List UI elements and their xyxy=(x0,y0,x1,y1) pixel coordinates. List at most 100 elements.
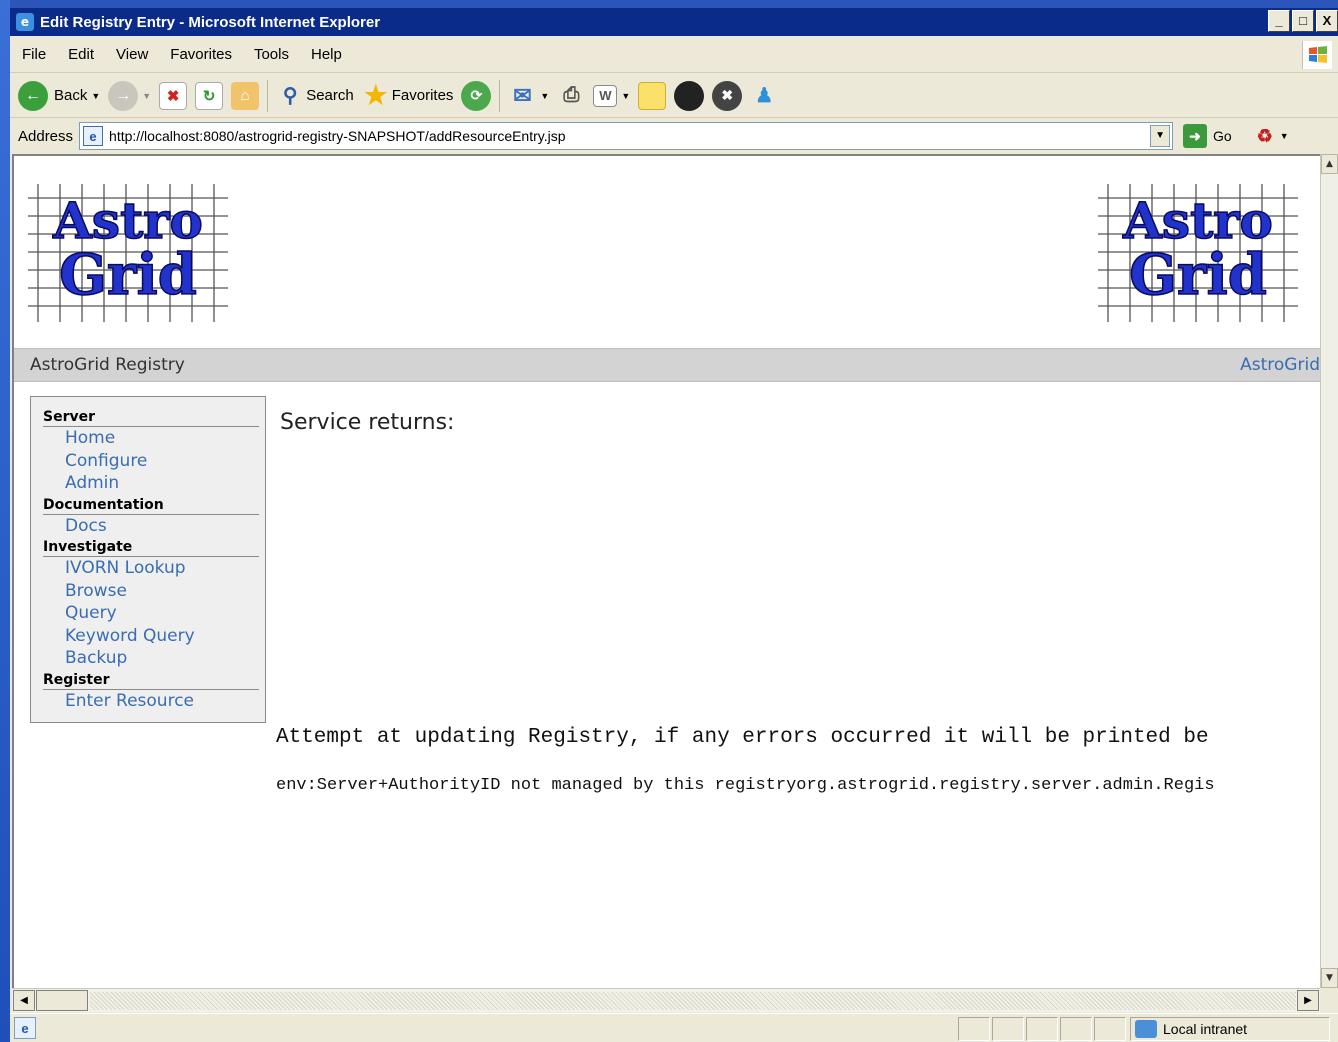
back-dropdown-icon[interactable]: ▼ xyxy=(91,91,100,101)
contacts-button[interactable]: ♟ xyxy=(750,82,778,110)
site-title: AstroGrid Registry xyxy=(30,355,185,375)
messenger-button[interactable] xyxy=(674,80,705,111)
sidebar-item-query[interactable]: Query xyxy=(43,602,259,625)
pdf-dropdown-icon[interactable]: ▼ xyxy=(1280,131,1289,141)
status-bar: e Local intranet xyxy=(10,1013,1338,1042)
scroll-right-icon[interactable]: ▶ xyxy=(1297,990,1319,1011)
favorites-button[interactable]: ★ Favorites xyxy=(362,80,454,110)
sidebar-nav: Server Home Configure Admin Documentatio… xyxy=(30,396,266,723)
note-icon xyxy=(638,81,667,110)
stop-icon: ✖ xyxy=(159,81,188,110)
menu-view[interactable]: View xyxy=(116,46,148,63)
discuss-button[interactable] xyxy=(638,81,667,110)
history-icon: ⟳ xyxy=(461,80,492,111)
browser-window: e Edit Registry Entry - Microsoft Intern… xyxy=(10,0,1338,1042)
minimize-button[interactable]: _ xyxy=(1268,10,1290,32)
close-tool-button[interactable]: ✖ xyxy=(712,80,743,111)
stop-button[interactable]: ✖ xyxy=(159,81,188,110)
sidebar-item-home[interactable]: Home xyxy=(43,427,259,450)
title-bar[interactable]: e Edit Registry Entry - Microsoft Intern… xyxy=(10,8,1338,36)
page-status-icon: e xyxy=(14,1017,36,1039)
sidebar-heading-documentation: Documentation xyxy=(43,496,259,515)
address-dropdown-icon[interactable]: ▼ xyxy=(1150,125,1171,147)
menu-file[interactable]: File xyxy=(22,46,46,63)
edit-dropdown-icon[interactable]: ▼ xyxy=(621,91,630,101)
back-arrow-icon: ← xyxy=(18,80,48,111)
zone-label: Local intranet xyxy=(1163,1021,1248,1037)
page-viewport: Astro Grid Astro Grid AstroGrid Registry… xyxy=(12,154,1320,988)
sidebar-item-ivorn-lookup[interactable]: IVORN Lookup xyxy=(43,557,259,580)
sidebar-item-configure[interactable]: Configure xyxy=(43,450,259,473)
word-edit-icon: W xyxy=(593,84,618,107)
menu-bar: File Edit View Favorites Tools Help xyxy=(10,37,1338,73)
astrogrid-logo-right[interactable]: Astro Grid xyxy=(1098,182,1298,324)
horizontal-scroll-track[interactable] xyxy=(90,992,1296,1010)
history-button[interactable]: ⟳ xyxy=(461,80,492,111)
forward-button[interactable]: → ▼ xyxy=(108,80,151,111)
refresh-icon: ↻ xyxy=(195,81,224,110)
security-zone[interactable]: Local intranet xyxy=(1130,1017,1330,1041)
logo-text-bottom: Grid xyxy=(1129,242,1267,308)
close-button[interactable]: X xyxy=(1316,10,1338,32)
sidebar-item-browse[interactable]: Browse xyxy=(43,580,259,603)
scroll-up-icon[interactable]: ▲ xyxy=(1321,154,1338,174)
scroll-down-icon[interactable]: ▼ xyxy=(1321,968,1338,988)
maximize-button[interactable]: □ xyxy=(1292,10,1314,32)
ie-icon: e xyxy=(16,13,34,31)
status-pane xyxy=(958,1017,990,1041)
home-button[interactable]: ⌂ xyxy=(231,81,260,110)
status-panes xyxy=(958,1017,1126,1041)
search-label: Search xyxy=(306,87,354,104)
windows-logo-icon xyxy=(1302,41,1332,69)
status-pane xyxy=(1060,1017,1092,1041)
search-icon: ⚲ xyxy=(282,85,298,107)
sidebar-item-docs[interactable]: Docs xyxy=(43,515,259,538)
address-label: Address xyxy=(18,127,74,145)
update-attempt-message: Attempt at updating Registry, if any err… xyxy=(276,726,1209,749)
error-message: env:Server+AuthorityID not managed by th… xyxy=(276,776,1215,795)
mail-dropdown-icon[interactable]: ▼ xyxy=(540,91,549,101)
mail-button[interactable]: ✉ ▼ xyxy=(508,82,549,110)
vertical-scrollbar[interactable]: ▲ ▼ xyxy=(1320,154,1338,988)
menu-favorites[interactable]: Favorites xyxy=(170,46,232,63)
mail-icon: ✉ xyxy=(513,82,532,108)
local-intranet-icon xyxy=(1135,1020,1157,1038)
favorites-label: Favorites xyxy=(391,87,454,104)
sidebar-item-admin[interactable]: Admin xyxy=(43,472,259,495)
menu-help[interactable]: Help xyxy=(311,46,342,63)
ball-icon xyxy=(674,80,705,111)
print-button[interactable]: ⎙ xyxy=(557,82,585,110)
sidebar-item-backup[interactable]: Backup xyxy=(43,647,259,670)
horizontal-scroll-thumb[interactable] xyxy=(36,990,88,1011)
go-button[interactable]: ➜ Go xyxy=(1183,124,1232,148)
home-icon: ⌂ xyxy=(231,81,260,110)
menu-edit[interactable]: Edit xyxy=(68,46,94,63)
go-label: Go xyxy=(1213,128,1232,144)
scroll-left-icon[interactable]: ◀ xyxy=(13,990,35,1011)
address-url: http://localhost:8080/astrogrid-registry… xyxy=(109,128,566,144)
forward-arrow-icon: → xyxy=(108,80,139,111)
sidebar-item-enter-resource[interactable]: Enter Resource xyxy=(43,690,259,713)
edit-button[interactable]: W ▼ xyxy=(593,84,630,107)
search-button[interactable]: ⚲ Search xyxy=(276,82,354,110)
window-controls: _ □ X xyxy=(1268,10,1338,32)
logo-text-bottom: Grid xyxy=(59,242,197,308)
sidebar-item-keyword-query[interactable]: Keyword Query xyxy=(43,625,259,648)
address-input[interactable]: e http://localhost:8080/astrogrid-regist… xyxy=(79,122,1174,150)
toolbar-separator xyxy=(267,79,269,112)
pdf-icon: ♻ xyxy=(1256,125,1273,146)
forward-dropdown-icon[interactable]: ▼ xyxy=(142,91,151,101)
people-icon: ♟ xyxy=(755,85,774,107)
status-pane xyxy=(1094,1017,1126,1041)
astrogrid-logo-left[interactable]: Astro Grid xyxy=(28,182,228,324)
service-returns-heading: Service returns: xyxy=(280,410,455,435)
pdf-button[interactable]: ♻ ▼ xyxy=(1254,125,1289,147)
menu-tools[interactable]: Tools xyxy=(254,46,289,63)
refresh-button[interactable]: ↻ xyxy=(195,81,224,110)
print-icon: ⎙ xyxy=(563,84,580,106)
standard-toolbar: ← Back ▼ → ▼ ✖ ↻ ⌂ ⚲ Search ★ Favorites … xyxy=(10,74,1338,118)
astrogrid-link[interactable]: AstroGrid xyxy=(1240,355,1320,375)
sidebar-heading-server: Server xyxy=(43,408,259,427)
back-button[interactable]: ← Back ▼ xyxy=(18,80,100,111)
horizontal-scrollbar[interactable]: ◀ ▶ xyxy=(12,988,1320,1012)
